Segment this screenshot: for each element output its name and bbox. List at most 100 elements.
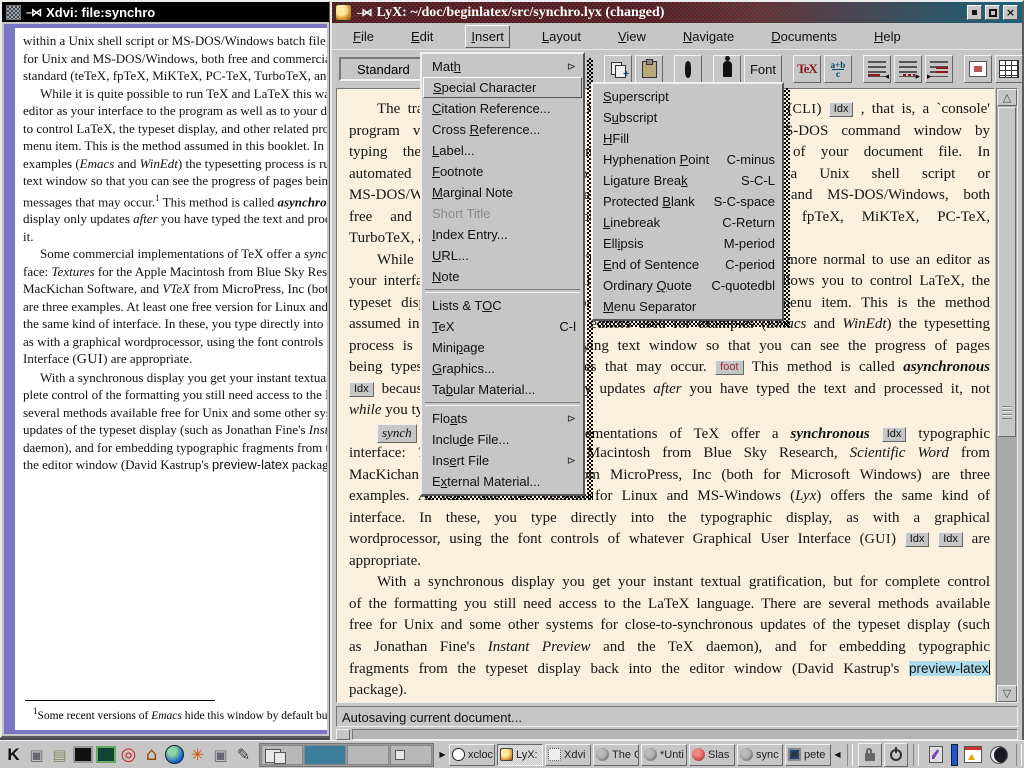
menu-item-ordinary-quote[interactable]: Ordinary QuoteC-quotedbl xyxy=(594,275,781,296)
launcher-desktop-button[interactable]: ▤ xyxy=(48,743,71,767)
menu-item-index-entry[interactable]: Index Entry... xyxy=(423,224,582,245)
menu-item-label[interactable]: Label... xyxy=(423,140,582,161)
launcher-konsole-button[interactable] xyxy=(94,743,117,767)
index-inset[interactable]: Idx xyxy=(349,382,374,397)
menu-item-external-material[interactable]: External Material... xyxy=(423,471,582,492)
index-inset[interactable]: Idx xyxy=(829,102,854,117)
menu-item-floats[interactable]: Floats⊳ xyxy=(423,408,582,429)
pager-desktop-1[interactable] xyxy=(261,745,303,765)
menu-item-menu-separator[interactable]: Menu Separator xyxy=(594,296,781,317)
menu-item-tex[interactable]: TeXC-l xyxy=(423,316,582,337)
footnote-inset[interactable]: foot xyxy=(715,360,743,375)
launcher-windowlist-button[interactable]: ▣ xyxy=(25,743,48,767)
math-mode-button[interactable]: a+bc xyxy=(824,55,852,83)
menubar-view[interactable]: View xyxy=(613,26,651,47)
launcher-help-button[interactable]: ◎ xyxy=(117,743,140,767)
copy-button[interactable]: + xyxy=(604,55,632,83)
launcher-terminal-button[interactable] xyxy=(71,743,94,767)
task-button-xcloc[interactable]: xcloc xyxy=(449,744,495,766)
organizer-applet[interactable] xyxy=(961,743,985,767)
menu-item-lists-toc[interactable]: Lists & TOC xyxy=(423,295,582,316)
figure-person-button[interactable] xyxy=(713,55,741,83)
scroll-up-button[interactable]: △ xyxy=(997,89,1017,106)
menu-item-insert-file[interactable]: Insert File⊳ xyxy=(423,450,582,471)
menu-item-end-of-sentence[interactable]: End of SentenceC-period xyxy=(594,254,781,275)
menubar-navigate[interactable]: Navigate xyxy=(678,26,739,47)
pen-button[interactable] xyxy=(674,55,702,83)
index-inset[interactable]: Idx xyxy=(905,532,930,547)
vertical-scrollbar[interactable]: △ ▽ xyxy=(996,88,1018,703)
paste-button[interactable] xyxy=(635,55,663,83)
task-button-slas[interactable]: Slas xyxy=(689,744,735,766)
moon-phase-applet[interactable] xyxy=(987,743,1011,767)
launcher-files-button[interactable]: ▣ xyxy=(209,743,232,767)
menu-item-hfill[interactable]: HFill xyxy=(594,128,781,149)
menu-item-include-file[interactable]: Include File... xyxy=(423,429,582,450)
horizontal-scroll-track[interactable] xyxy=(352,729,1018,740)
menu-item-tabular-material[interactable]: Tabular Material... xyxy=(423,379,582,400)
launcher-kmenu-button[interactable]: K xyxy=(2,743,25,767)
task-button-pete[interactable]: pete xyxy=(785,744,831,766)
menu-item-graphics[interactable]: Graphics... xyxy=(423,358,582,379)
xdvi-titlebar[interactable]: –⋈ Xdvi: file:synchro xyxy=(2,2,329,22)
change-depth-button[interactable]: ▸ xyxy=(925,55,953,83)
menu-item-citation-reference[interactable]: Citation Reference... xyxy=(423,98,582,119)
desktop-pager[interactable] xyxy=(259,743,434,767)
pager-desktop-3[interactable] xyxy=(347,745,389,765)
menu-item-url[interactable]: URL... xyxy=(423,245,582,266)
menu-item-ellipsis[interactable]: EllipsisM-period xyxy=(594,233,781,254)
launcher-pen-button[interactable]: ✎ xyxy=(232,743,255,767)
task-button-theg[interactable]: The G xyxy=(593,744,639,766)
task-button-lyx[interactable]: LyX: xyxy=(497,744,543,766)
maximize-button[interactable] xyxy=(985,5,1000,20)
launcher-news-button[interactable]: ✳ xyxy=(186,743,209,767)
menu-item-ligature-break[interactable]: Ligature BreakS-C-L xyxy=(594,170,781,191)
menu-item-subscript[interactable]: Subscript xyxy=(594,107,781,128)
menu-item-minipage[interactable]: Minipage xyxy=(423,337,582,358)
task-button-sync[interactable]: sync xyxy=(737,744,783,766)
menu-item-math[interactable]: Math⊳ xyxy=(423,56,582,77)
launcher-home-button[interactable]: ⌂ xyxy=(140,743,163,767)
scrollbar-thumb[interactable] xyxy=(998,107,1016,437)
open-inset[interactable]: synch xyxy=(377,424,417,443)
launcher-browser-button[interactable] xyxy=(163,743,186,767)
insert-marginnote-button[interactable]: ▸ xyxy=(894,55,922,83)
insert-tex-button[interactable]: TeX xyxy=(793,55,821,83)
task-button-xdvi[interactable]: Xdvi xyxy=(545,744,591,766)
klipper-applet[interactable] xyxy=(924,743,948,767)
lock-screen-button[interactable] xyxy=(858,743,882,767)
menu-item-superscript[interactable]: Superscript xyxy=(594,86,781,107)
scroll-down-button[interactable]: ▽ xyxy=(997,685,1017,702)
menu-item-linebreak[interactable]: LinebreakC-Return xyxy=(594,212,781,233)
applet-bar[interactable] xyxy=(951,744,958,766)
index-inset[interactable]: Idx xyxy=(882,427,907,442)
menu-item-protected-blank[interactable]: Protected BlankS-C-space xyxy=(594,191,781,212)
window-pin-icon[interactable]: –⋈ xyxy=(357,6,372,19)
task-button-unti[interactable]: *Unti xyxy=(641,744,687,766)
close-button[interactable]: × xyxy=(1003,5,1018,20)
menubar-help[interactable]: Help xyxy=(869,26,906,47)
menu-item-cross-reference[interactable]: Cross Reference... xyxy=(423,119,582,140)
menu-item-footnote[interactable]: Footnote xyxy=(423,161,582,182)
font-button[interactable]: Font xyxy=(744,55,782,83)
menubar-file[interactable]: File xyxy=(348,26,379,47)
window-pin-icon[interactable]: –⋈ xyxy=(26,6,41,19)
menubar-documents[interactable]: Documents xyxy=(766,26,842,47)
menu-item-marginal-note[interactable]: Marginal Note xyxy=(423,182,582,203)
minimize-button[interactable] xyxy=(967,5,982,20)
pager-desktop-4[interactable] xyxy=(390,745,432,765)
pager-desktop-2[interactable] xyxy=(304,745,346,765)
xdvi-canvas[interactable]: within a Unix shell script or MS-DOS/Win… xyxy=(4,24,327,734)
insert-figure-button[interactable] xyxy=(964,55,992,83)
insert-table-button[interactable] xyxy=(995,55,1023,83)
logout-button[interactable] xyxy=(884,743,908,767)
taskbar-scroll-left-icon[interactable]: ▶ xyxy=(438,744,447,766)
resize-gripper[interactable] xyxy=(336,729,350,740)
menu-item-special-character[interactable]: Special Character xyxy=(423,77,582,98)
menu-item-hyphenation-point[interactable]: Hyphenation PointC-minus xyxy=(594,149,781,170)
index-inset[interactable]: Idx xyxy=(938,532,963,547)
menubar-layout[interactable]: Layout xyxy=(537,26,586,47)
menubar-edit[interactable]: Edit xyxy=(406,26,438,47)
taskbar-scroll-back-icon[interactable]: ◀ xyxy=(833,744,842,766)
menu-item-short-title[interactable]: Short Title xyxy=(423,203,582,224)
